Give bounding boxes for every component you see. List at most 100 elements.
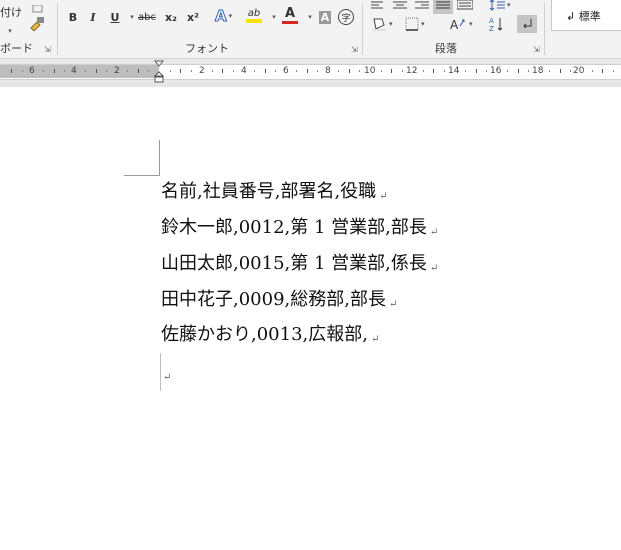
ruler-tick [222, 69, 223, 73]
ruler-tick [54, 69, 55, 73]
line-text: 佐藤かおり,0013,広報部, [161, 324, 368, 345]
sort-icon[interactable]: AZ [489, 15, 505, 33]
paste-button[interactable]: 付け [0, 3, 22, 21]
ruler-tick [43, 70, 44, 72]
separator [544, 3, 545, 55]
document-line[interactable]: 鈴木一郎,0012,第 1 営業部,部長 ↵ [161, 216, 438, 245]
underline-label: U [110, 10, 120, 24]
line-text: 山田太郎,0015,第 1 営業部,係長 [161, 253, 427, 274]
ruler-tick [560, 69, 561, 73]
justify-icon[interactable] [433, 0, 453, 14]
text-direction-icon[interactable]: A ▾ [449, 15, 473, 33]
ruler-tick [212, 70, 213, 72]
ruler-number: 14 [448, 66, 460, 76]
underline-dropdown[interactable]: ▾ [124, 8, 138, 26]
font-launcher-icon[interactable]: ⇲ [351, 46, 359, 54]
ruler-tick [138, 69, 139, 73]
show-marks-button[interactable] [517, 15, 537, 33]
ruler-tick [307, 69, 308, 73]
svg-text:A: A [450, 18, 459, 31]
margin-crop-mark [124, 175, 159, 176]
italic-button[interactable]: I [86, 8, 100, 26]
ruler-tick [148, 70, 149, 72]
format-painter-icon[interactable] [28, 14, 46, 32]
ruler-tick [476, 69, 477, 73]
ruler-tick [359, 70, 360, 72]
line-text: 田中花子,0009,総務部,部長 [161, 289, 386, 310]
highlight-button[interactable]: ab [246, 6, 262, 24]
borders-icon[interactable]: ▾ [405, 15, 425, 33]
highlight-icon: ab [247, 7, 261, 19]
document-line[interactable]: 田中花子,0009,総務部,部長 ↵ [161, 288, 397, 317]
horizontal-ruler[interactable]: 6 4 2 2 4 6 8 10 12 14 16 18 20 [0, 59, 621, 83]
bold-button[interactable]: B [66, 8, 80, 26]
ruler-tick [391, 69, 392, 73]
line-spacing-icon[interactable]: ▾ [489, 0, 511, 14]
ruler-number: 6 [29, 66, 35, 76]
ruler-tick [402, 70, 403, 72]
ruler-number: 4 [241, 66, 247, 76]
clipboard-group: 付け ▾ ボード ⇲ [0, 0, 56, 58]
strikethrough-button[interactable]: abc [138, 8, 156, 26]
highlight-dropdown[interactable]: ▾ [266, 8, 280, 26]
ruler-number: 4 [71, 66, 77, 76]
char-shading-icon: A [318, 10, 332, 24]
ruler-tick [423, 70, 424, 72]
font-color-dropdown[interactable]: ▾ [302, 8, 316, 26]
ruler-tick [85, 70, 86, 72]
ruler-tick [444, 70, 445, 72]
ruler-tick [191, 70, 192, 72]
paragraph-group-label: 段落 [435, 42, 457, 55]
ruler-tick [317, 70, 318, 72]
ruler-tick [170, 70, 171, 72]
ruler-tick [254, 70, 255, 72]
ruler-tick [465, 70, 466, 72]
superscript-button[interactable]: x² [186, 8, 200, 26]
style-normal-label: ↲ 標準 [566, 10, 601, 23]
ruler-tick [127, 70, 128, 72]
shading-icon[interactable]: ▾ [371, 15, 393, 33]
ruler-tick [11, 69, 12, 73]
distributed-icon[interactable] [457, 0, 473, 14]
font-color-bar [282, 21, 298, 24]
document-line[interactable]: 名前,社員番号,部署名,役職 ↵ [161, 180, 388, 209]
align-left-icon[interactable] [371, 0, 385, 14]
ruler-tick [613, 70, 614, 72]
font-group-label: フォント [185, 42, 229, 55]
ruler-tick [528, 70, 529, 72]
font-group: B I U ▾ abc x₂ x² A ▾ ab ▾ A ▾ A 字 フォント … [58, 0, 362, 58]
ruler-tick [265, 69, 266, 73]
ruler-tick [96, 69, 97, 73]
text-effects-button[interactable]: A ▾ [215, 7, 233, 26]
paragraph-launcher-icon[interactable]: ⇲ [533, 46, 541, 54]
char-shading-button[interactable]: A [318, 8, 332, 26]
ruler-number: 10 [364, 66, 376, 76]
ruler-tick [549, 70, 550, 72]
ruler-tick [507, 70, 508, 72]
enclose-char-button[interactable]: 字 [338, 8, 354, 26]
underline-button[interactable]: U [108, 8, 122, 26]
ruler-number: 6 [283, 66, 289, 76]
subscript-button[interactable]: x₂ [164, 8, 178, 26]
align-right-icon[interactable] [415, 0, 429, 14]
document-empty-line[interactable]: ↵ [160, 361, 171, 390]
paragraph-mark-icon: ↵ [429, 227, 439, 238]
align-center-icon[interactable] [393, 0, 407, 14]
document-line[interactable]: 山田太郎,0015,第 1 営業部,係長 ↵ [161, 252, 438, 281]
style-gallery-normal[interactable]: ↲ 標準 [551, 0, 621, 31]
ruler-tick [570, 70, 571, 72]
document-line[interactable]: 佐藤かおり,0013,広報部, ↵ [161, 323, 379, 352]
ruler-tick [381, 70, 382, 72]
ruler-left-margin [0, 65, 159, 78]
svg-text:A: A [489, 17, 494, 25]
clipboard-launcher-icon[interactable]: ⇲ [44, 46, 52, 54]
ruler-number: 8 [325, 66, 331, 76]
paragraph-group: ▾ ▾ ▾ A ▾ AZ 段落 ⇲ [363, 0, 543, 58]
clipboard-dropdown[interactable]: ▾ [2, 22, 16, 40]
ruler-tick [180, 69, 181, 73]
font-color-button[interactable]: A [282, 6, 298, 24]
font-color-icon: A [284, 6, 296, 21]
ruler-tick [592, 70, 593, 72]
ruler-tick [433, 69, 434, 73]
document-page[interactable]: 名前,社員番号,部署名,役職 ↵ 鈴木一郎,0012,第 1 営業部,部長 ↵ 山田… [0, 87, 621, 550]
